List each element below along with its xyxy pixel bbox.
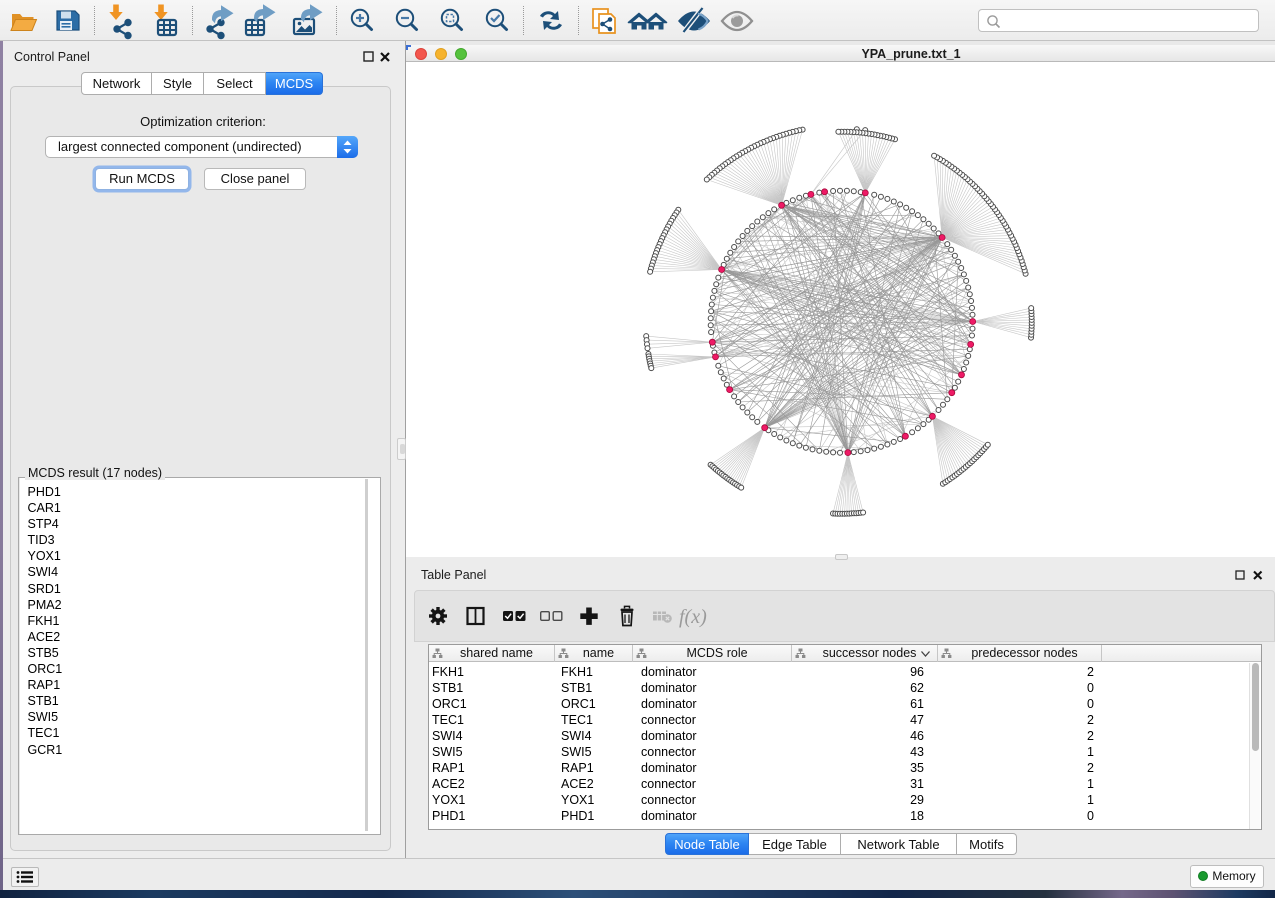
svg-text:f(x): f(x) [679,606,707,628]
